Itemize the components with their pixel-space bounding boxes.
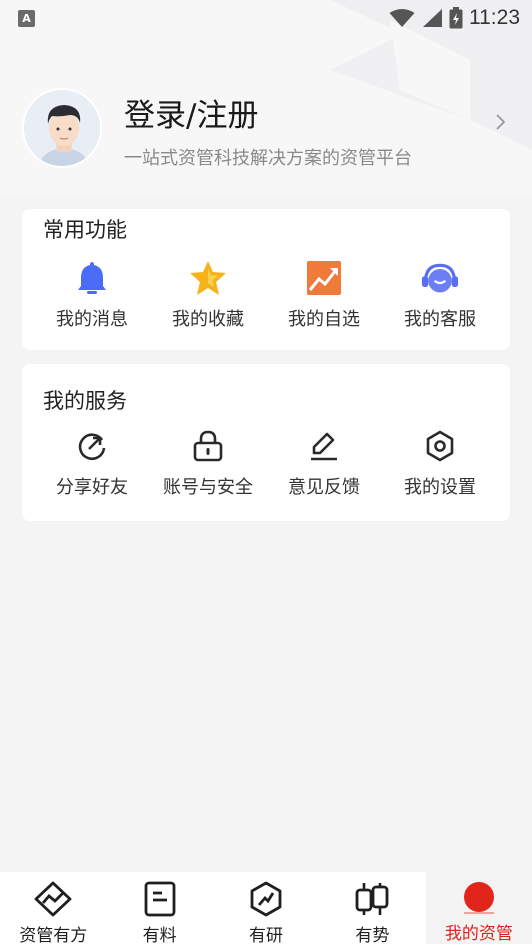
my-favorites-item[interactable]: 我的收藏 [150,259,266,331]
common-functions-title: 常用功能 [43,218,127,242]
bottom-navigation: 资管有方 有料 有研 有势 我的资管 [0,872,532,944]
status-bar: A 11:23 [0,0,532,36]
feedback-label: 意见反馈 [288,477,360,498]
app-notification-icon: A [18,9,35,27]
candlestick-icon [356,883,389,915]
trend-chart-icon [307,261,341,295]
active-indicator [463,912,494,914]
nav-materials-label: 有料 [142,926,177,944]
share-friends-label: 分享好友 [56,477,128,498]
my-messages-label: 我的消息 [56,309,128,330]
nav-trends[interactable]: 有势 [319,872,425,944]
nav-my-asset-management[interactable]: 我的资管 [425,872,532,944]
my-customer-service-item[interactable]: 我的客服 [382,259,498,331]
status-time: 11:23 [469,6,520,29]
hexagon-trend-icon [250,881,282,917]
signal-icon [423,9,442,27]
my-customer-service-label: 我的客服 [404,309,476,330]
share-icon [78,433,106,461]
nav-trends-label: 有势 [355,926,390,944]
nav-research-label: 有研 [249,926,284,944]
profile-dot-icon [463,882,494,912]
feedback-item[interactable]: 意见反馈 [266,427,382,499]
my-services-title: 我的服务 [43,389,127,413]
default-avatar-icon [24,90,100,166]
star-icon [190,261,226,295]
chevron-right-icon[interactable] [490,110,510,134]
share-friends-item[interactable]: 分享好友 [34,427,150,499]
avatar[interactable] [22,88,102,168]
my-watchlist-label: 我的自选 [288,309,360,330]
nav-my-asset-management-label: 我的资管 [444,924,513,944]
my-settings-label: 我的设置 [404,477,476,498]
bell-icon [78,262,106,294]
my-settings-item[interactable]: 我的设置 [382,427,498,499]
login-profile-row[interactable]: 登录/注册 一站式资管科技解决方案的资管平台 [22,88,510,169]
lock-icon [193,430,223,462]
document-icon [144,881,176,917]
account-security-label: 账号与安全 [163,477,253,498]
nav-asset-management[interactable]: 资管有方 [0,872,106,944]
nav-asset-management-label: 资管有方 [19,926,88,944]
my-watchlist-item[interactable]: 我的自选 [266,259,382,331]
nav-materials[interactable]: 有料 [106,872,212,944]
my-favorites-label: 我的收藏 [172,309,244,330]
my-services-card: 我的服务 分享好友 账号与安全 意见反馈 我的设置 [22,364,510,521]
battery-icon [449,7,463,29]
wifi-icon [389,9,415,27]
settings-icon [426,430,454,462]
platform-slogan: 一站式资管科技解决方案的资管平台 [124,148,412,169]
my-messages-item[interactable]: 我的消息 [34,259,150,331]
diamond-chart-icon [34,881,72,917]
edit-icon [311,432,337,461]
nav-research[interactable]: 有研 [213,872,319,944]
account-security-item[interactable]: 账号与安全 [150,427,266,499]
login-register-title[interactable]: 登录/注册 [124,90,258,135]
headset-icon [421,263,459,293]
common-functions-card: 常用功能 我的消息 我的收藏 我的自选 我的客服 [22,209,510,350]
